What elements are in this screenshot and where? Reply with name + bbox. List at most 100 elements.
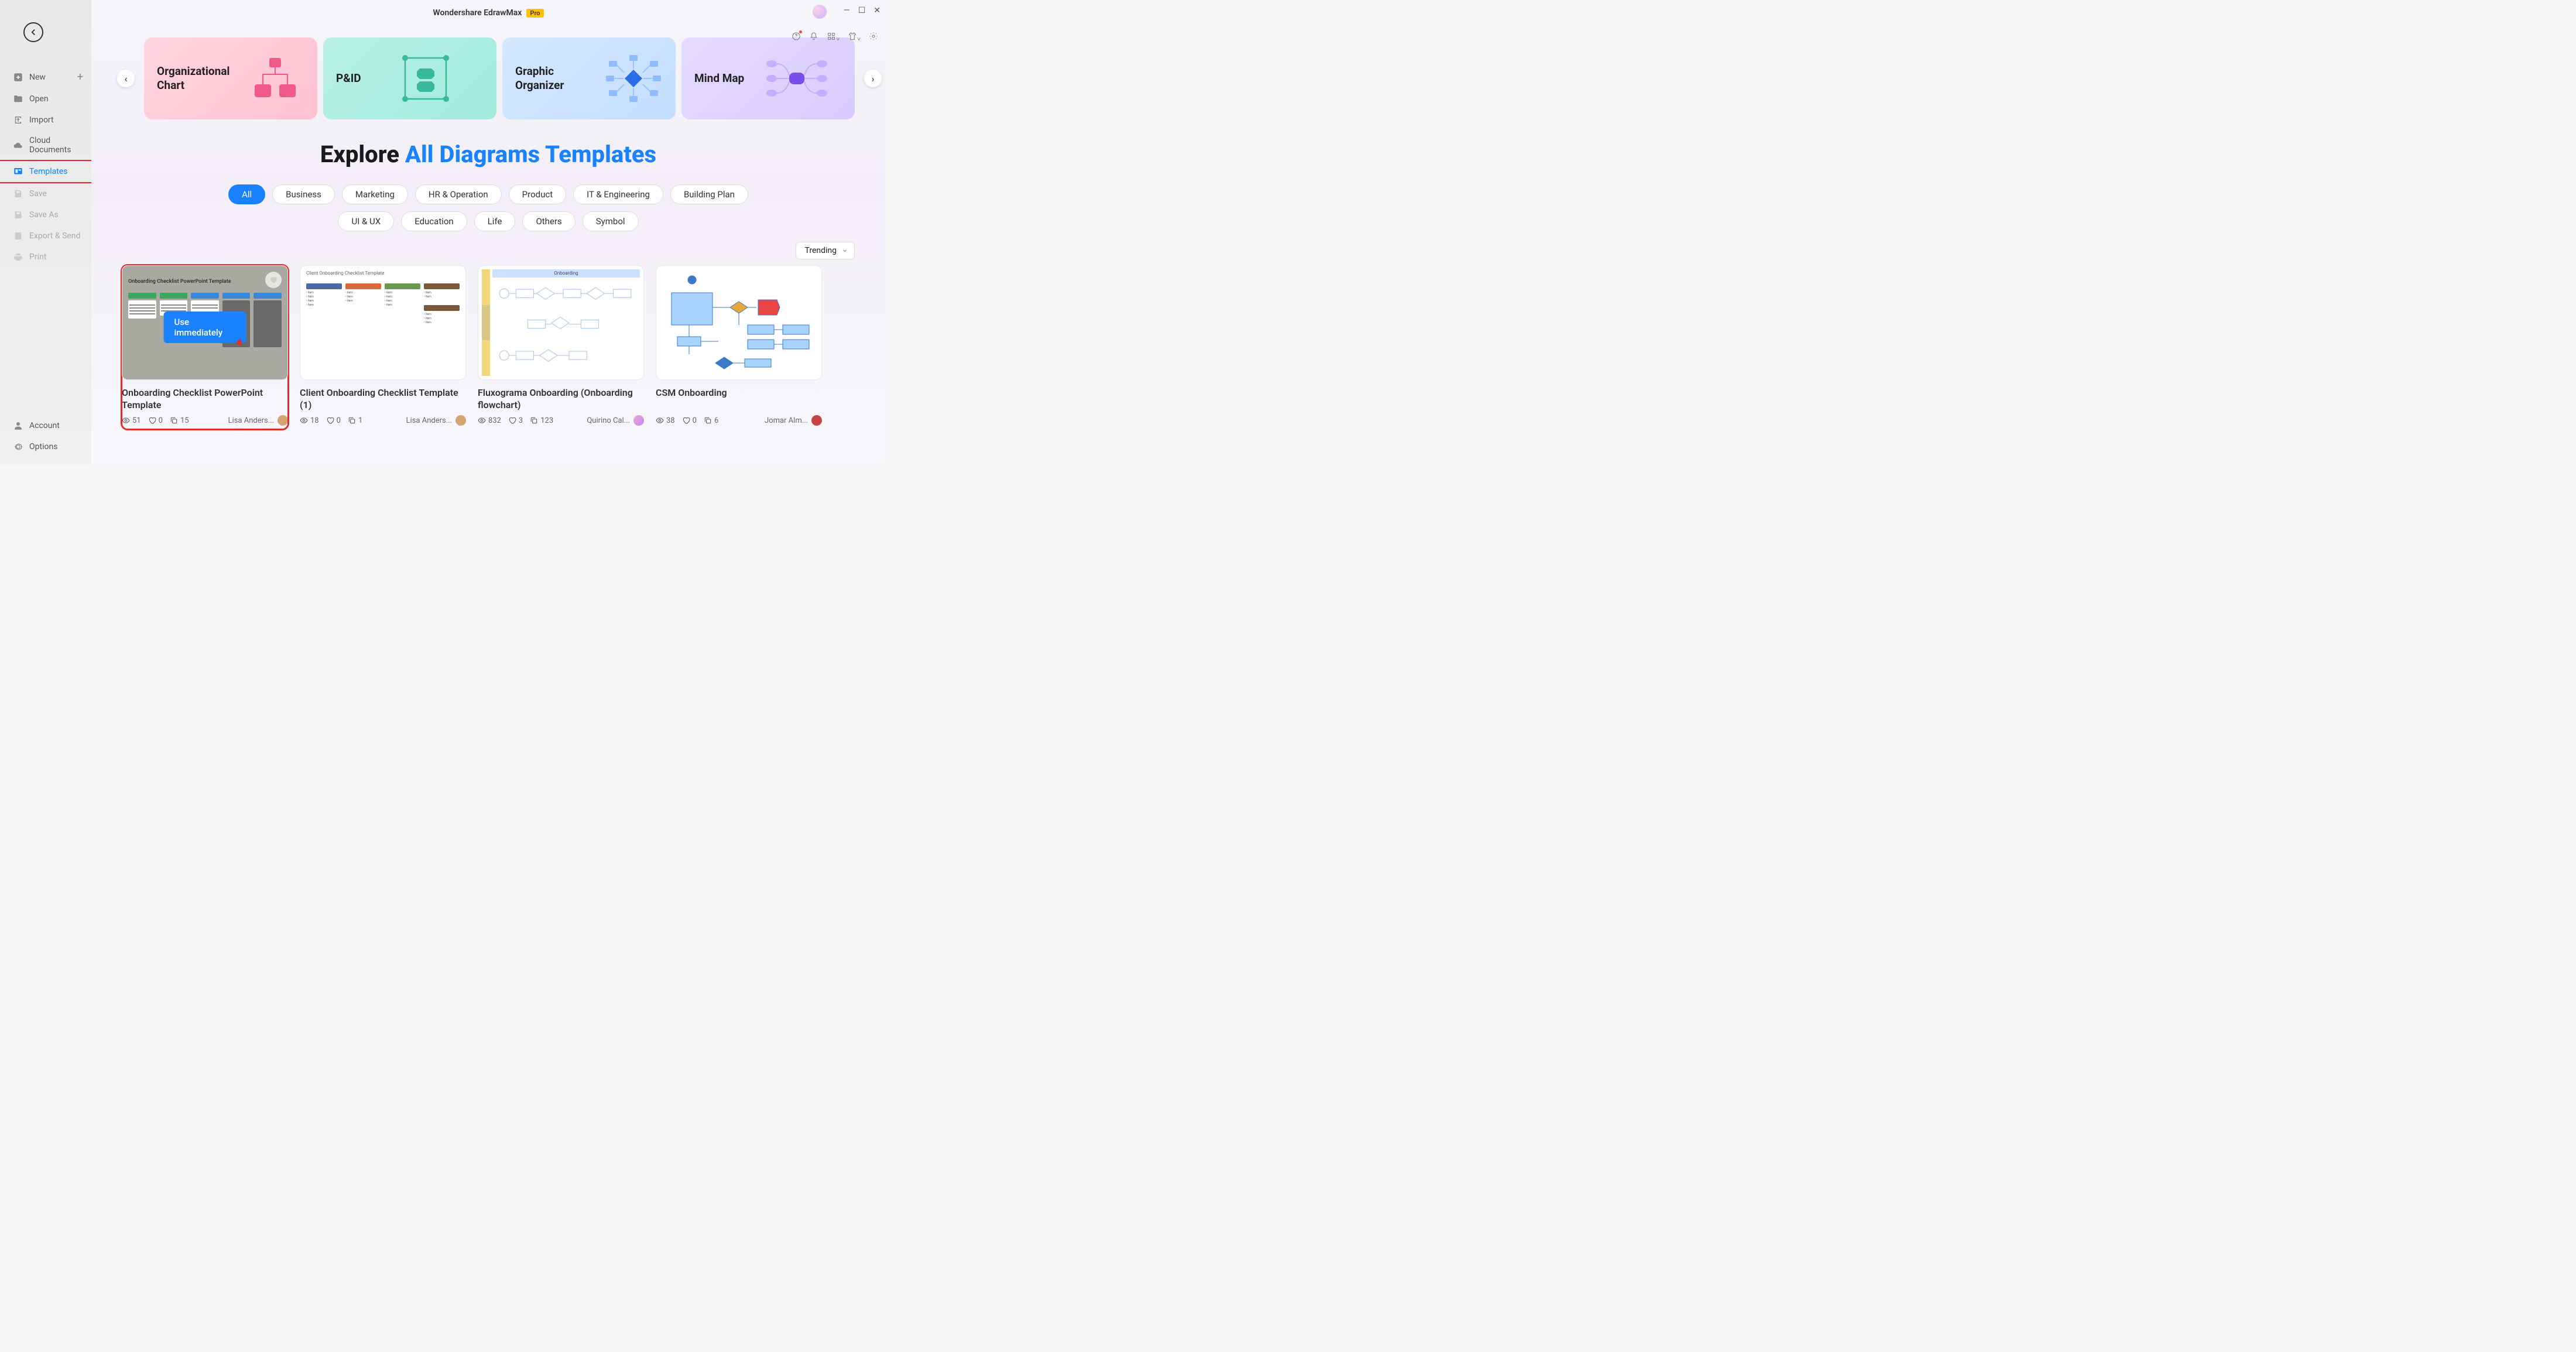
bell-icon[interactable] xyxy=(809,32,818,43)
grid-icon[interactable]: ˅ xyxy=(827,32,840,43)
template-title: Fluxograma Onboarding (Onboarding flowch… xyxy=(478,387,644,412)
filter-pill-symbol[interactable]: Symbol xyxy=(583,211,639,231)
template-author[interactable]: Lisa Anders... xyxy=(406,415,466,426)
eye-icon xyxy=(478,416,486,425)
app-title: Wondershare EdrawMax xyxy=(433,8,522,18)
template-card[interactable]: Client Onboarding Checklist Template • i… xyxy=(300,265,466,429)
views-stat: 51 xyxy=(122,416,141,425)
template-card[interactable]: Onboarding xyxy=(478,265,644,429)
filter-pill-others[interactable]: Others xyxy=(522,211,575,231)
settings-icon[interactable] xyxy=(869,32,878,43)
sidebar-item-label: Cloud Documents xyxy=(29,136,83,155)
template-thumbnail[interactable]: Onboarding xyxy=(478,265,644,380)
eye-icon xyxy=(300,416,308,425)
explore-prefix: Explore xyxy=(320,141,405,168)
sidebar-item-templates[interactable]: Templates xyxy=(0,160,93,183)
sidebar-item-save: Save xyxy=(0,183,91,204)
main-content: Wondershare EdrawMax Pro — ☐ ✕ ˅ ˅ ‹ Org… xyxy=(91,0,885,464)
heart-icon xyxy=(326,416,334,425)
likes-stat: 3 xyxy=(508,416,523,425)
close-button[interactable]: ✕ xyxy=(873,6,881,15)
template-thumbnail[interactable]: Client Onboarding Checklist Template • i… xyxy=(300,265,466,380)
sidebar-item-label: Templates xyxy=(29,167,68,176)
author-avatar xyxy=(278,415,288,426)
save-icon xyxy=(13,189,23,199)
sidebar-item-label: Open xyxy=(29,94,49,104)
template-card[interactable]: Onboarding Checklist PowerPoint Template… xyxy=(122,265,288,429)
eye-icon xyxy=(122,416,130,425)
views-stat: 18 xyxy=(300,416,319,425)
minimize-button[interactable]: — xyxy=(844,6,850,15)
template-author[interactable]: Lisa Anders... xyxy=(228,415,288,426)
sidebar-item-save-as: Save As xyxy=(0,204,91,225)
category-card-mind-map[interactable]: Mind Map xyxy=(681,37,855,119)
explore-heading: Explore All Diagrams Templates xyxy=(91,141,885,168)
filter-pill-hr-operation[interactable]: HR & Operation xyxy=(415,184,502,204)
sidebar-item-account[interactable]: Account xyxy=(0,415,91,436)
template-thumbnail[interactable] xyxy=(656,265,822,380)
likes-stat: 0 xyxy=(326,416,341,425)
filter-pill-ui-ux[interactable]: UI & UX xyxy=(338,211,394,231)
heart-icon xyxy=(508,416,516,425)
likes-stat: 0 xyxy=(682,416,697,425)
sidebar-item-import[interactable]: Import xyxy=(0,109,91,131)
sidebar-item-label: Options xyxy=(29,442,57,451)
maximize-button[interactable]: ☐ xyxy=(858,6,866,15)
carousel-next[interactable]: › xyxy=(864,70,882,87)
template-thumbnail[interactable]: Onboarding Checklist PowerPoint Template… xyxy=(122,265,288,380)
pro-badge: Pro xyxy=(526,9,543,18)
filter-pill-product[interactable]: Product xyxy=(509,184,566,204)
filter-pill-all[interactable]: All xyxy=(228,184,265,204)
plus-square-icon xyxy=(13,72,23,83)
sidebar-item-label: Account xyxy=(29,421,60,430)
sidebar-item-export-send: Export & Send xyxy=(0,225,91,247)
template-author[interactable]: Jomar Alm... xyxy=(765,415,822,426)
explore-highlight: All Diagrams Templates xyxy=(405,141,656,168)
category-label: P&ID xyxy=(336,71,361,85)
sidebar-item-label: Import xyxy=(29,115,54,125)
heart-icon xyxy=(269,276,278,284)
title-bar: Wondershare EdrawMax Pro — ☐ ✕ xyxy=(91,0,885,26)
carousel-prev[interactable]: ‹ xyxy=(117,70,135,87)
plus-icon[interactable]: + xyxy=(77,71,83,83)
category-card-graphic-organizer[interactable]: Graphic Organizer xyxy=(502,37,676,119)
template-card[interactable]: CSM Onboarding 38 0 6 Jomar Alm... xyxy=(656,265,822,429)
filter-row-1: All Business Marketing HR & Operation Pr… xyxy=(91,184,885,204)
print-icon xyxy=(13,252,23,262)
back-button[interactable] xyxy=(23,22,43,42)
sidebar-item-new[interactable]: New + xyxy=(0,66,91,88)
filter-pill-building-plan[interactable]: Building Plan xyxy=(670,184,748,204)
author-avatar xyxy=(455,415,466,426)
filter-pill-marketing[interactable]: Marketing xyxy=(342,184,408,204)
save-as-icon xyxy=(13,210,23,220)
category-card-org-chart[interactable]: Organizational Chart xyxy=(144,37,317,119)
sidebar-item-options[interactable]: Options xyxy=(0,436,91,457)
copy-icon xyxy=(530,416,538,425)
filter-pill-life[interactable]: Life xyxy=(474,211,516,231)
views-stat: 38 xyxy=(656,416,675,425)
category-label: Organizational Chart xyxy=(157,64,239,93)
user-avatar[interactable] xyxy=(813,5,827,19)
sidebar-item-print: Print xyxy=(0,247,91,268)
sidebar-item-cloud-documents[interactable]: Cloud Documents xyxy=(0,131,91,160)
help-icon[interactable] xyxy=(792,32,801,43)
sidebar-item-label: New xyxy=(29,73,46,82)
author-avatar xyxy=(811,415,822,426)
filter-pill-business[interactable]: Business xyxy=(272,184,335,204)
use-immediately-button[interactable]: Use immediately xyxy=(164,312,246,343)
sidebar-item-label: Save xyxy=(29,189,47,198)
category-card-pid[interactable]: P&ID xyxy=(323,37,496,119)
template-author[interactable]: Quirino Cal... xyxy=(587,415,644,426)
filter-row-2: UI & UX Education Life Others Symbol xyxy=(91,211,885,231)
filter-pill-education[interactable]: Education xyxy=(401,211,467,231)
template-title: Client Onboarding Checklist Template (1) xyxy=(300,387,466,412)
template-title: Onboarding Checklist PowerPoint Template xyxy=(122,387,288,412)
mind-map-icon xyxy=(751,55,842,102)
template-icon xyxy=(13,166,23,177)
shirt-icon[interactable]: ˅ xyxy=(848,32,861,43)
sort-select[interactable]: Trending xyxy=(796,242,855,259)
likes-stat: 0 xyxy=(148,416,163,425)
sidebar-item-open[interactable]: Open xyxy=(0,88,91,109)
filter-pill-it-engineering[interactable]: IT & Engineering xyxy=(573,184,663,204)
favorite-button[interactable] xyxy=(265,272,282,288)
